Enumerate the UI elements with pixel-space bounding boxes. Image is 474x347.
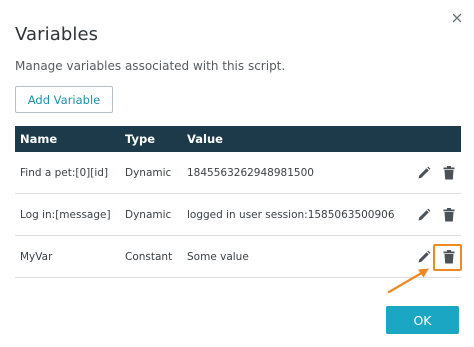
variable-type: Dynamic <box>125 167 172 179</box>
delete-button[interactable] <box>441 249 457 265</box>
ok-button[interactable]: OK <box>386 306 459 334</box>
pencil-icon <box>418 250 431 263</box>
variable-value: Some value <box>187 251 249 263</box>
variable-type: Constant <box>125 251 173 263</box>
variable-name: Log in:[message] <box>20 209 111 221</box>
variable-value: logged in user session:1585063500906 <box>187 209 395 221</box>
variables-dialog: Variables Manage variables associated wi… <box>0 0 474 347</box>
trash-icon <box>443 166 455 180</box>
add-variable-button[interactable]: Add Variable <box>15 86 113 113</box>
delete-button[interactable] <box>441 165 457 181</box>
table-header: Name Type Value <box>15 126 461 152</box>
delete-button[interactable] <box>441 207 457 223</box>
trash-icon <box>443 208 455 222</box>
close-button[interactable] <box>449 10 465 26</box>
variable-value: 1845563262948981500 <box>187 167 314 179</box>
variable-name: MyVar <box>20 251 53 263</box>
dialog-title: Variables <box>15 24 99 45</box>
variable-name: Find a pet:[0][id] <box>20 167 109 179</box>
pencil-icon <box>418 166 431 179</box>
column-header-name: Name <box>20 132 58 146</box>
pencil-icon <box>418 208 431 221</box>
dialog-subtitle: Manage variables associated with this sc… <box>15 59 286 73</box>
table-row: Find a pet:[0][id] Dynamic 1845563262948… <box>15 152 461 194</box>
trash-icon <box>443 250 455 264</box>
edit-button[interactable] <box>416 165 432 181</box>
column-header-type: Type <box>125 132 156 146</box>
column-header-value: Value <box>187 132 223 146</box>
variables-table: Name Type Value Find a pet:[0][id] Dynam… <box>15 126 461 278</box>
table-row: MyVar Constant Some value <box>15 236 461 278</box>
variable-type: Dynamic <box>125 209 172 221</box>
table-row: Log in:[message] Dynamic logged in user … <box>15 194 461 236</box>
close-icon <box>452 13 462 23</box>
edit-button[interactable] <box>416 207 432 223</box>
edit-button[interactable] <box>416 249 432 265</box>
